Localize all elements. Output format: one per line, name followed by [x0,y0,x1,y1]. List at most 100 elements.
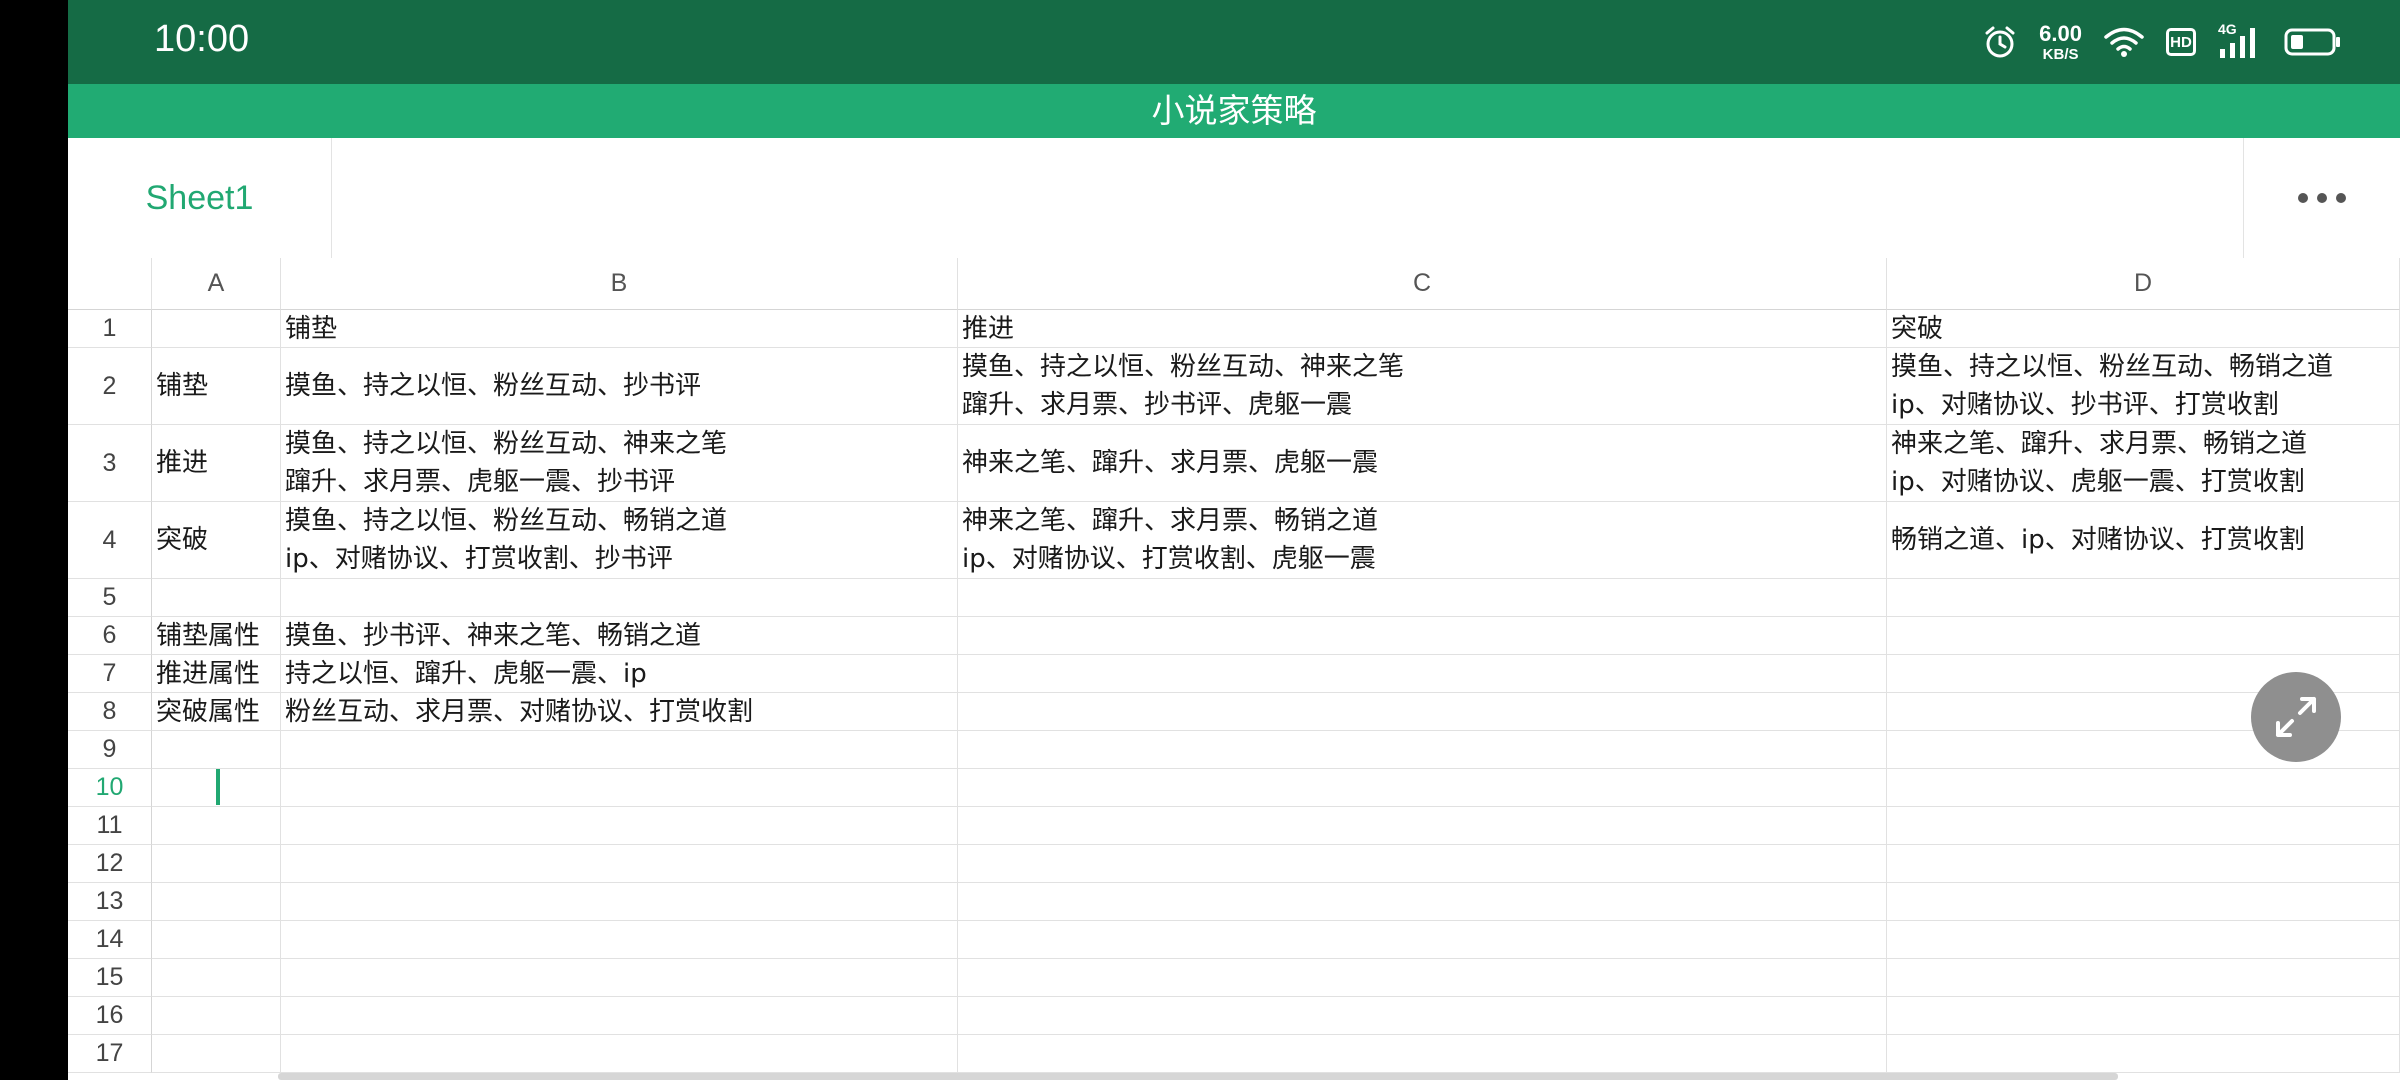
cell-c15[interactable] [958,959,1887,997]
cell-b11[interactable] [281,807,958,845]
cell-d15[interactable] [1887,959,2400,997]
cell-b12[interactable] [281,845,958,883]
cell-b4[interactable]: 摸鱼、持之以恒、粉丝互动、畅销之道 ip、对赌协议、打赏收割、抄书评 [281,502,958,579]
cell-c8[interactable] [958,693,1887,731]
cell-a5[interactable] [152,579,281,617]
column-header-b[interactable]: B [281,258,958,310]
column-header-a[interactable]: A [152,258,281,310]
cell-b13[interactable] [281,883,958,921]
cell-c4[interactable]: 神来之笔、蹿升、求月票、畅销之道 ip、对赌协议、打赏收割、虎躯一震 [958,502,1887,579]
cell-d17[interactable] [1887,1035,2400,1073]
cell-b14[interactable] [281,921,958,959]
fullscreen-button[interactable] [2251,672,2341,762]
row-header[interactable]: 11 [68,807,152,845]
cell-d11[interactable] [1887,807,2400,845]
cell-b16[interactable] [281,997,958,1035]
cell-c6[interactable] [958,617,1887,655]
cell-b3[interactable]: 摸鱼、持之以恒、粉丝互动、神来之笔 蹿升、求月票、虎躯一震、抄书评 [281,425,958,502]
row-header[interactable]: 9 [68,731,152,769]
cell-a17[interactable] [152,1035,281,1073]
row-header[interactable]: 17 [68,1035,152,1073]
cell-d4[interactable]: 畅销之道、ip、对赌协议、打赏收割 [1887,502,2400,579]
tab-sheet1[interactable]: Sheet1 [68,138,332,258]
cell-d1[interactable]: 突破 [1887,310,2400,348]
cell-b1[interactable]: 铺垫 [281,310,958,348]
cell-d5[interactable] [1887,579,2400,617]
cell-c5[interactable] [958,579,1887,617]
cell-d16[interactable] [1887,997,2400,1035]
row-header[interactable]: 2 [68,348,152,425]
cell-d2[interactable]: 摸鱼、持之以恒、粉丝互动、畅销之道 ip、对赌协议、抄书评、打赏收割 [1887,348,2400,425]
row-header[interactable]: 1 [68,310,152,348]
cell-c1[interactable]: 推进 [958,310,1887,348]
cell-c16[interactable] [958,997,1887,1035]
cell-a2[interactable]: 铺垫 [152,348,281,425]
cell-a16[interactable] [152,997,281,1035]
cell-d12[interactable] [1887,845,2400,883]
cell-d14[interactable] [1887,921,2400,959]
cell-b7[interactable]: 持之以恒、蹿升、虎躯一震、ip [281,655,958,693]
cell-b10[interactable] [281,769,958,807]
row-header[interactable]: 4 [68,502,152,579]
cell-text: 铺垫 [285,313,338,344]
row-header[interactable]: 6 [68,617,152,655]
cell-text: ip、对赌协议、虎躯一震、打赏收割 [1891,467,2305,497]
spreadsheet-grid[interactable]: A B C D 1 铺垫 推进 突破 2 铺垫 摸鱼、持之以恒、粉丝互动、抄书评 摸鱼、持之以… [68,258,2400,1080]
row-header[interactable]: 10 [68,769,152,807]
row-header[interactable]: 5 [68,579,152,617]
cell-a13[interactable] [152,883,281,921]
cell-c2[interactable]: 摸鱼、持之以恒、粉丝互动、神来之笔 蹿升、求月票、抄书评、虎躯一震 [958,348,1887,425]
cell-a11[interactable] [152,807,281,845]
cell-c12[interactable] [958,845,1887,883]
row-header[interactable]: 7 [68,655,152,693]
cell-text: ip、对赌协议、打赏收割、虎躯一震 [962,544,1376,574]
row-header[interactable]: 15 [68,959,152,997]
cell-a6[interactable]: 铺垫属性 [152,617,281,655]
cell-b17[interactable] [281,1035,958,1073]
cell-text: 蹿升、求月票、抄书评、虎躯一震 [962,390,1353,420]
row-header[interactable]: 3 [68,425,152,502]
cell-a4[interactable]: 突破 [152,502,281,579]
cell-b6[interactable]: 摸鱼、抄书评、神来之笔、畅销之道 [281,617,958,655]
cell-b8[interactable]: 粉丝互动、求月票、对赌协议、打赏收割 [281,693,958,731]
cell-a14[interactable] [152,921,281,959]
horizontal-scrollbar[interactable] [278,1073,2118,1080]
column-header-d[interactable]: D [1887,258,2400,310]
cell-a8[interactable]: 突破属性 [152,693,281,731]
cell-a3[interactable]: 推进 [152,425,281,502]
cell-b15[interactable] [281,959,958,997]
more-button[interactable] [2243,138,2400,258]
row-header[interactable]: 12 [68,845,152,883]
row-header[interactable]: 13 [68,883,152,921]
row-header[interactable]: 8 [68,693,152,731]
cell-a1[interactable] [152,310,281,348]
cell-d10[interactable] [1887,769,2400,807]
expand-arrows-icon [2276,697,2316,737]
cell-c14[interactable] [958,921,1887,959]
cell-c7[interactable] [958,655,1887,693]
cell-b9[interactable] [281,731,958,769]
signal-4g-icon: 4G [2218,21,2262,59]
cell-c10[interactable] [958,769,1887,807]
cell-c11[interactable] [958,807,1887,845]
cell-d13[interactable] [1887,883,2400,921]
cell-b2[interactable]: 摸鱼、持之以恒、粉丝互动、抄书评 [281,348,958,425]
cell-a9[interactable] [152,731,281,769]
row-header[interactable]: 14 [68,921,152,959]
cell-text: 摸鱼、抄书评、神来之笔、畅销之道 [285,620,702,651]
cell-c9[interactable] [958,731,1887,769]
cell-d6[interactable] [1887,617,2400,655]
corner-cell[interactable] [68,258,152,310]
cell-c3[interactable]: 神来之笔、蹿升、求月票、虎躯一震 [958,425,1887,502]
row-header[interactable]: 16 [68,997,152,1035]
cell-a7[interactable]: 推进属性 [152,655,281,693]
cell-b5[interactable] [281,579,958,617]
cell-a15[interactable] [152,959,281,997]
cell-text: 摸鱼、持之以恒、粉丝互动、抄书评 [285,371,702,401]
column-header-c[interactable]: C [958,258,1887,310]
cell-c13[interactable] [958,883,1887,921]
cell-a12[interactable] [152,845,281,883]
cell-d3[interactable]: 神来之笔、蹿升、求月票、畅销之道 ip、对赌协议、虎躯一震、打赏收割 [1887,425,2400,502]
cell-text: 摸鱼、持之以恒、粉丝互动、神来之笔 [962,352,1405,382]
cell-c17[interactable] [958,1035,1887,1073]
